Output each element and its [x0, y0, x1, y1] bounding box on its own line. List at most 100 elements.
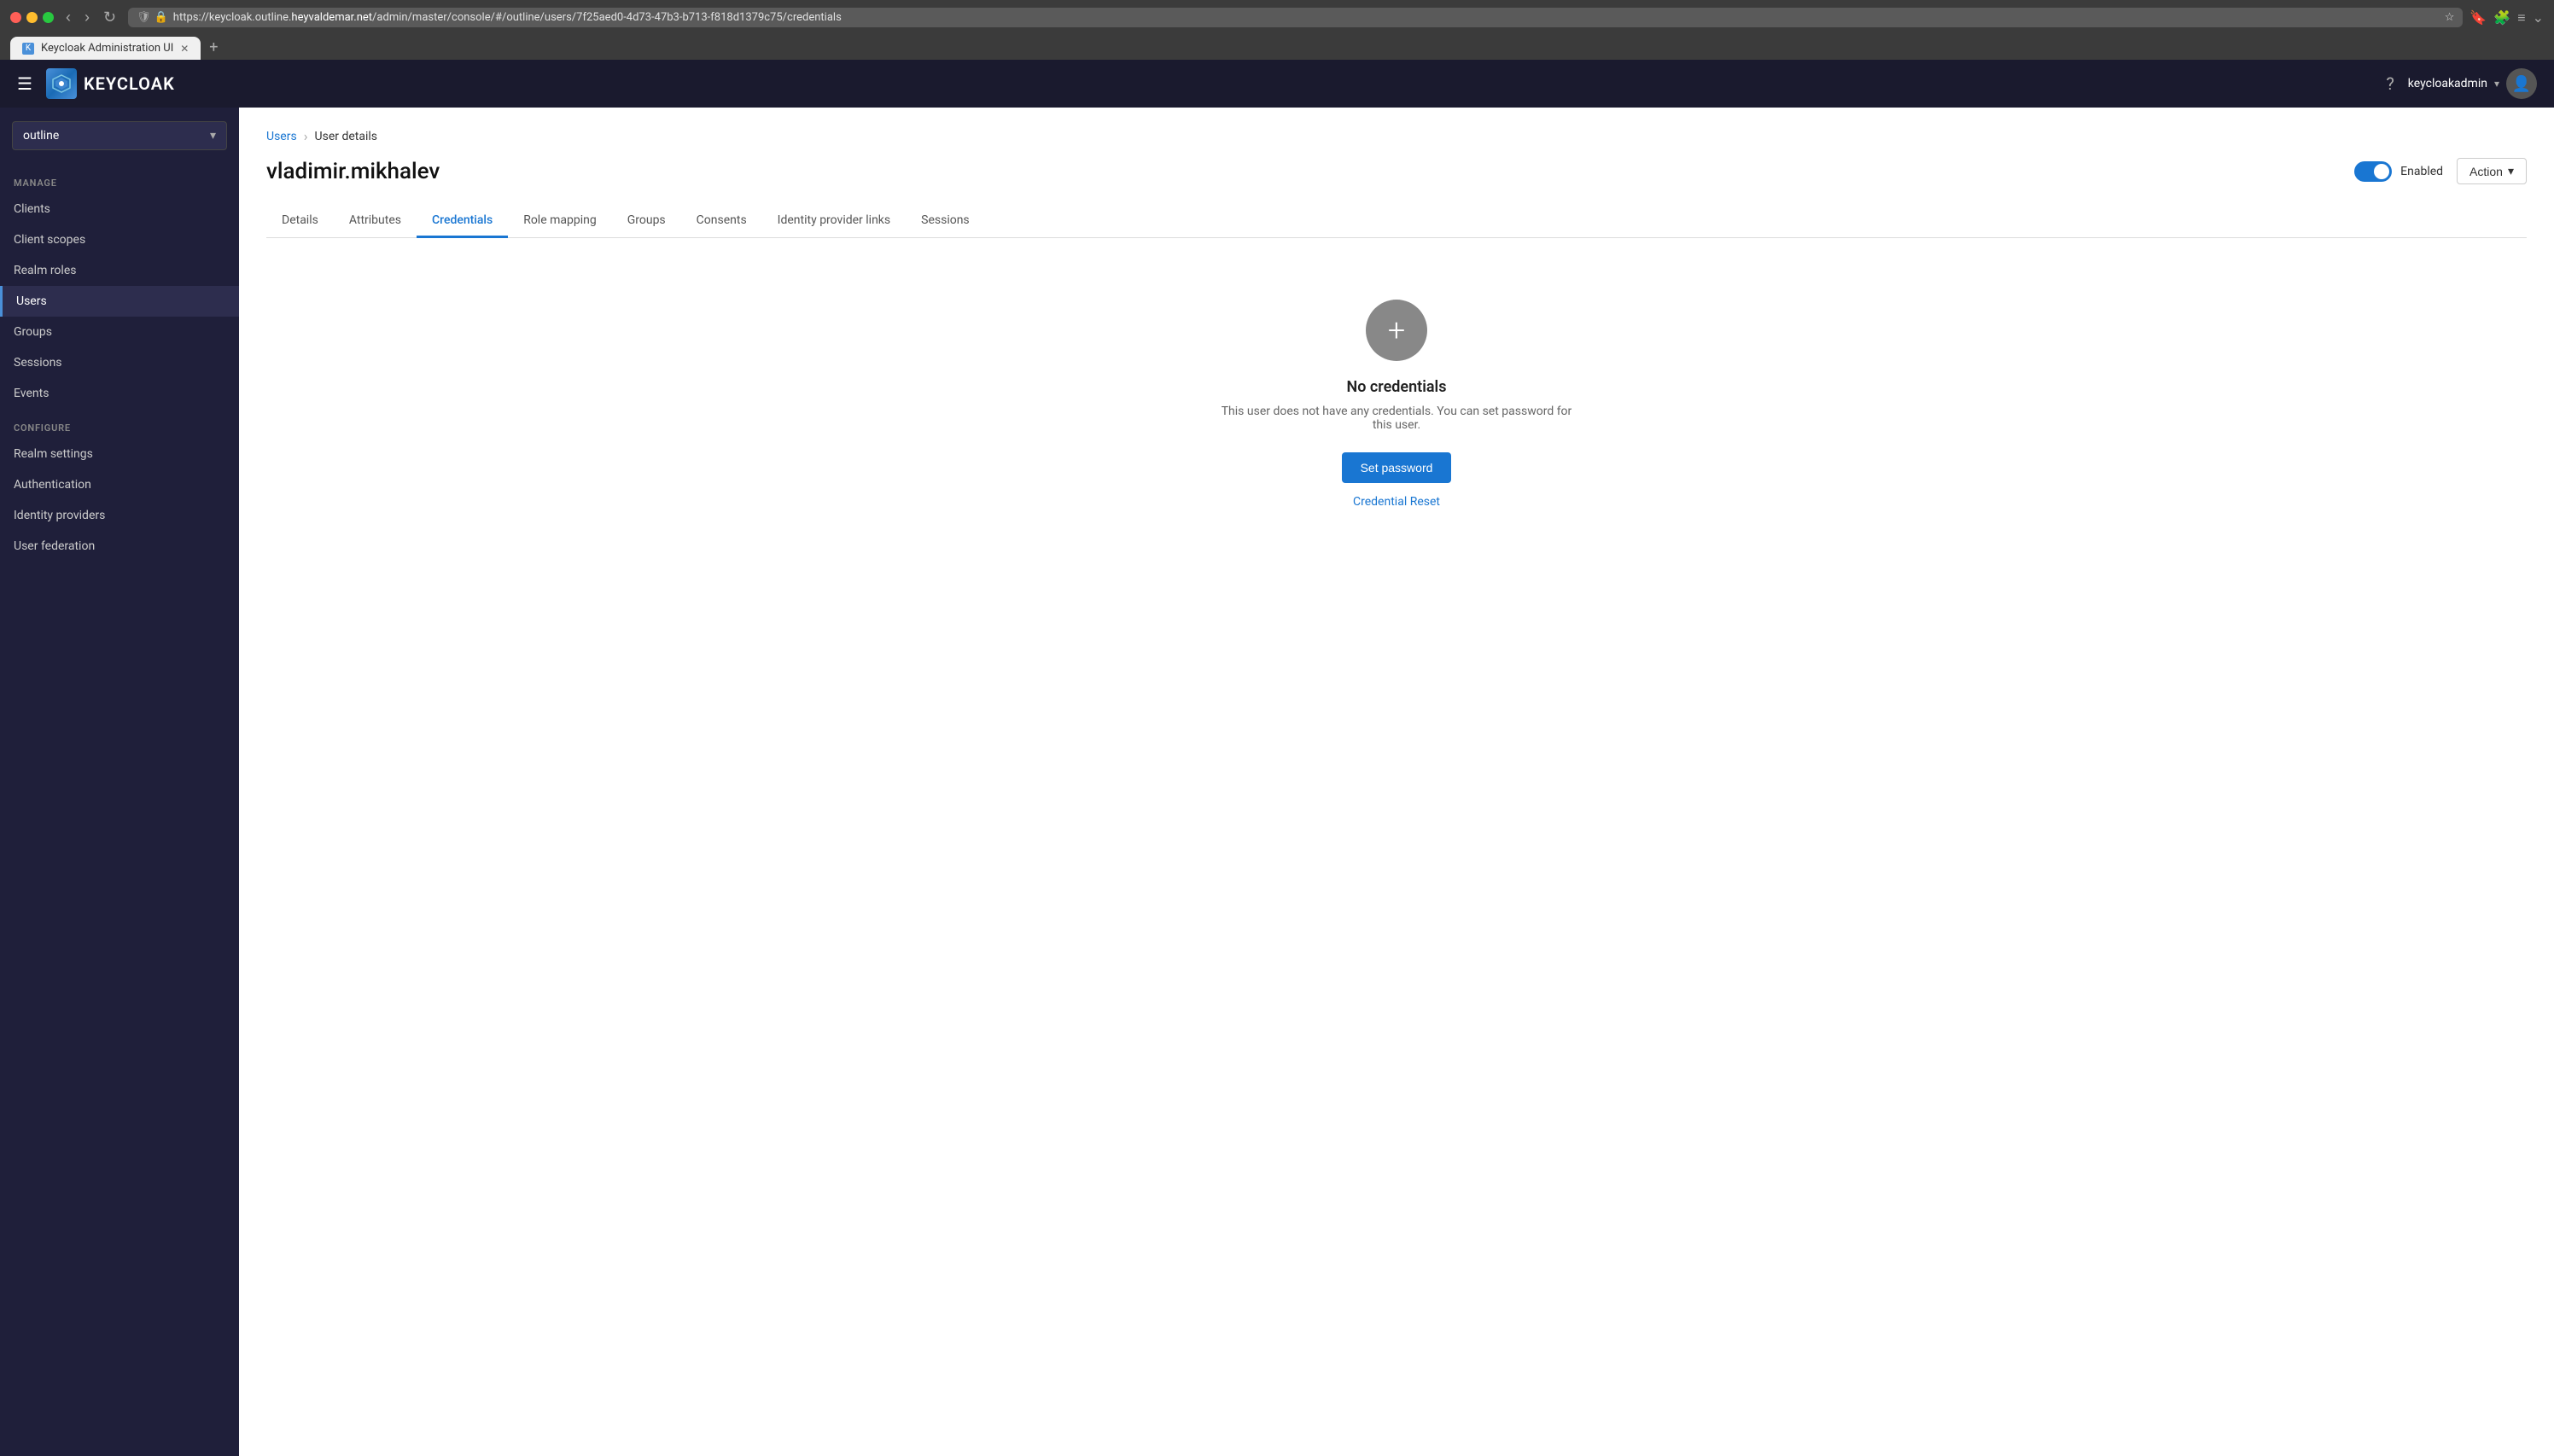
- sidebar-item-label: Users: [16, 294, 47, 308]
- tab-label: Details: [282, 213, 318, 227]
- main-layout: outline ▾ Manage Clients Client scopes R…: [0, 108, 2554, 1456]
- set-password-button[interactable]: Set password: [1342, 452, 1452, 483]
- toggle-slider: [2354, 161, 2392, 182]
- tab-label: Consents: [697, 213, 747, 227]
- sidebar-item-authentication[interactable]: Authentication: [0, 469, 239, 500]
- back-button[interactable]: ‹: [61, 7, 76, 28]
- app: ☰ KEYCLOAK ? keycloakadmin ▾ 👤 outline: [0, 60, 2554, 1456]
- realm-chevron-icon: ▾: [210, 129, 216, 143]
- tab-label: Sessions: [921, 213, 970, 227]
- sidebar-item-label: Events: [14, 387, 49, 400]
- logo-text: KEYCLOAK: [84, 73, 175, 94]
- tabs: Details Attributes Credentials Role mapp…: [266, 205, 2527, 238]
- url-text: https://keycloak.outline.heyvaldemar.net…: [173, 11, 2440, 24]
- forward-button[interactable]: ›: [79, 7, 95, 28]
- plus-icon: +: [1388, 315, 1405, 346]
- realm-selector[interactable]: outline ▾: [12, 121, 227, 150]
- sidebar-item-label: Authentication: [14, 478, 91, 492]
- new-tab-button[interactable]: +: [202, 35, 224, 60]
- more-icon[interactable]: ⌄: [2533, 9, 2544, 26]
- topnav: ☰ KEYCLOAK ? keycloakadmin ▾ 👤: [0, 60, 2554, 108]
- bookmark-icon[interactable]: 🔖: [2469, 9, 2487, 26]
- sidebar-item-user-federation[interactable]: User federation: [0, 531, 239, 562]
- minimize-traffic-light[interactable]: [26, 12, 38, 23]
- url-path: /admin/master/console/#/outline/users/7f…: [372, 11, 842, 24]
- action-label: Action: [2469, 165, 2503, 178]
- sidebar-item-client-scopes[interactable]: Client scopes: [0, 224, 239, 255]
- empty-description: This user does not have any credentials.…: [1217, 405, 1576, 432]
- security-icons: 🛡 🔒: [137, 11, 168, 24]
- extensions-icon[interactable]: 🧩: [2493, 9, 2510, 26]
- traffic-lights[interactable]: [10, 12, 54, 23]
- tab-groups[interactable]: Groups: [612, 205, 681, 238]
- help-icon[interactable]: ?: [2386, 73, 2394, 94]
- enabled-toggle-wrapper: Enabled: [2354, 161, 2443, 182]
- sidebar: outline ▾ Manage Clients Client scopes R…: [0, 108, 239, 1456]
- configure-section-label: Configure: [0, 409, 239, 439]
- empty-state: + No credentials This user does not have…: [266, 265, 2527, 543]
- empty-title: No credentials: [1347, 378, 1447, 396]
- sidebar-item-label: Realm settings: [14, 447, 93, 461]
- browser-tabs: K Keycloak Administration UI ✕ +: [10, 35, 2544, 60]
- tab-role-mapping[interactable]: Role mapping: [508, 205, 612, 238]
- tab-close-button[interactable]: ✕: [180, 43, 189, 55]
- tab-label: Groups: [627, 213, 666, 227]
- sidebar-item-label: User federation: [14, 539, 95, 553]
- tab-label: Attributes: [349, 213, 401, 227]
- tab-title: Keycloak Administration UI: [41, 42, 173, 55]
- sidebar-item-events[interactable]: Events: [0, 378, 239, 409]
- tab-details[interactable]: Details: [266, 205, 334, 238]
- sidebar-item-clients[interactable]: Clients: [0, 194, 239, 224]
- user-chevron-icon: ▾: [2494, 78, 2499, 90]
- breadcrumb-link-users[interactable]: Users: [266, 130, 297, 143]
- close-traffic-light[interactable]: [10, 12, 21, 23]
- tab-label: Credentials: [432, 213, 493, 227]
- refresh-button[interactable]: ↻: [98, 7, 121, 28]
- header-actions: Enabled Action ▾: [2354, 158, 2527, 184]
- tab-favicon: K: [22, 43, 34, 55]
- address-bar[interactable]: 🛡 🔒 https://keycloak.outline.heyvaldemar…: [128, 8, 2463, 27]
- sidebar-item-label: Groups: [14, 325, 52, 339]
- tab-attributes[interactable]: Attributes: [334, 205, 417, 238]
- tab-label: Role mapping: [523, 213, 597, 227]
- tab-label: Identity provider links: [778, 213, 890, 227]
- sidebar-item-label: Realm roles: [14, 264, 76, 277]
- sidebar-item-identity-providers[interactable]: Identity providers: [0, 500, 239, 531]
- star-icon[interactable]: ☆: [2445, 11, 2455, 24]
- sidebar-item-label: Clients: [14, 202, 50, 216]
- lock-icon: 🔒: [155, 11, 168, 24]
- sidebar-item-realm-settings[interactable]: Realm settings: [0, 439, 239, 469]
- tab-sessions[interactable]: Sessions: [906, 205, 985, 238]
- credential-reset-link[interactable]: Credential Reset: [1353, 495, 1440, 509]
- breadcrumb: Users › User details: [266, 128, 2527, 144]
- sidebar-item-label: Identity providers: [14, 509, 105, 522]
- sidebar-item-users[interactable]: Users: [0, 286, 239, 317]
- sidebar-item-realm-roles[interactable]: Realm roles: [0, 255, 239, 286]
- logo[interactable]: KEYCLOAK: [46, 68, 175, 99]
- sidebar-item-groups[interactable]: Groups: [0, 317, 239, 347]
- enabled-toggle[interactable]: [2354, 161, 2392, 182]
- active-tab[interactable]: K Keycloak Administration UI ✕: [10, 37, 201, 60]
- breadcrumb-current: User details: [315, 130, 378, 143]
- browser-actions: 🔖 🧩 ≡ ⌄: [2469, 9, 2544, 26]
- maximize-traffic-light[interactable]: [43, 12, 54, 23]
- page-title: vladimir.mikhalev: [266, 159, 2354, 184]
- main-content: Users › User details vladimir.mikhalev E…: [239, 108, 2554, 1456]
- sidebar-item-label: Sessions: [14, 356, 62, 370]
- sidebar-item-label: Client scopes: [14, 233, 85, 247]
- avatar: 👤: [2506, 68, 2537, 99]
- realm-name: outline: [23, 129, 59, 143]
- menu-icon[interactable]: ≡: [2517, 9, 2525, 26]
- page-header: vladimir.mikhalev Enabled Action ▾: [266, 158, 2527, 184]
- tab-credentials[interactable]: Credentials: [417, 205, 508, 238]
- user-menu[interactable]: keycloakadmin ▾ 👤: [2408, 68, 2537, 99]
- url-domain: heyvaldemar.net: [291, 11, 372, 24]
- browser-chrome: ‹ › ↻ 🛡 🔒 https://keycloak.outline.heyva…: [0, 0, 2554, 60]
- sidebar-item-sessions[interactable]: Sessions: [0, 347, 239, 378]
- hamburger-menu[interactable]: ☰: [17, 73, 32, 94]
- action-button[interactable]: Action ▾: [2457, 158, 2527, 184]
- url-prefix: https://keycloak.outline.: [173, 11, 292, 24]
- tab-consents[interactable]: Consents: [681, 205, 762, 238]
- enabled-label: Enabled: [2400, 165, 2443, 178]
- tab-identity-provider-links[interactable]: Identity provider links: [762, 205, 906, 238]
